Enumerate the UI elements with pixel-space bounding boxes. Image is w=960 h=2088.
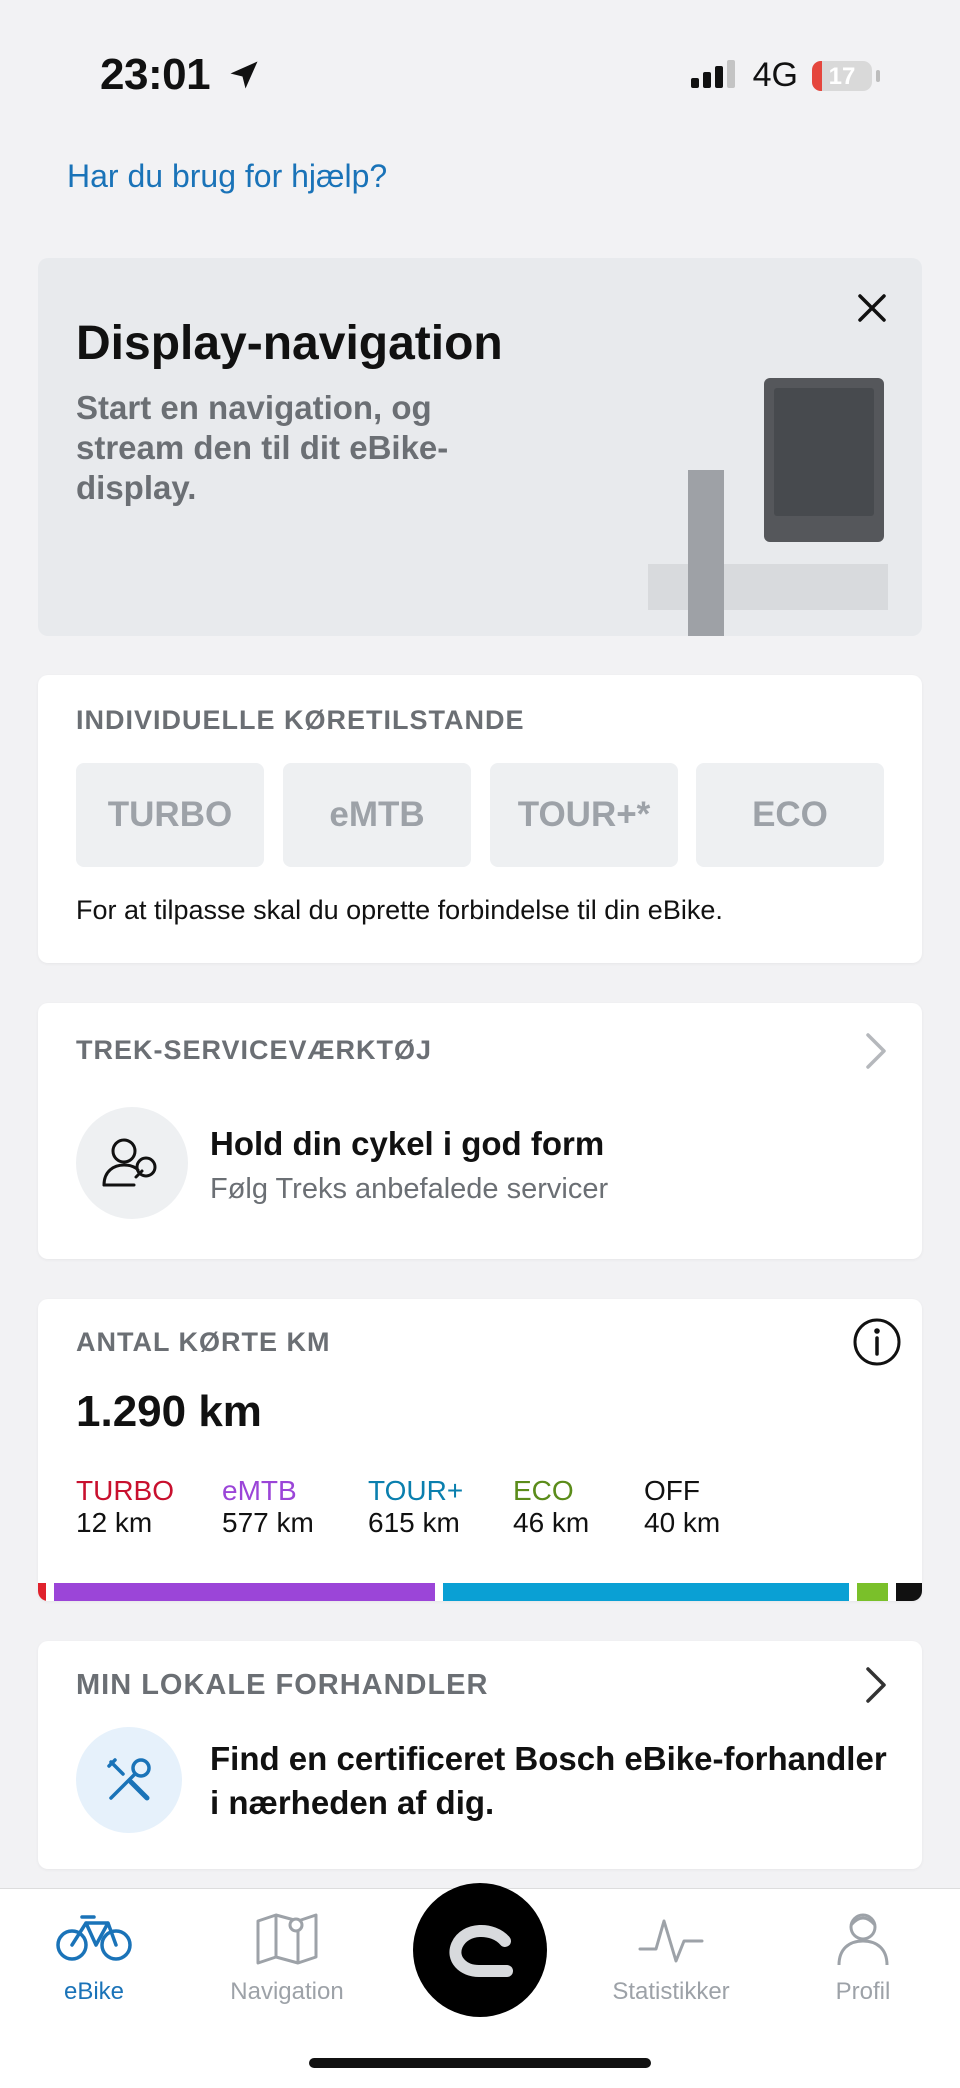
dealer-title: MIN LOKALE FORHANDLER [76,1669,489,1701]
dealer-text-line1: Find en certificeret Bosch eBike-forhand… [210,1740,887,1777]
dealer-avatar [76,1727,182,1833]
close-icon[interactable] [852,288,892,328]
tab-statistics[interactable]: Statistikker [601,1909,741,2006]
pulse-icon [638,1919,704,1963]
stat-name: TOUR+ [368,1475,464,1506]
stat-value: 615 km [368,1507,460,1538]
profile-icon [837,1913,889,1966]
ride-button[interactable] [413,1883,547,2017]
tab-label: Statistikker [612,1978,730,2005]
info-icon[interactable] [852,1317,902,1367]
stat-turbo: TURBO 12 km [76,1475,174,1539]
dealer-text-line2: i nærheden af dig. [210,1784,495,1821]
home-indicator [309,2058,651,2068]
chevron-right-icon[interactable] [862,1663,890,1707]
battery-cap [876,69,880,82]
status-indicators: 4G 17 [690,56,880,95]
stat-value: 12 km [76,1507,153,1538]
tab-navigation[interactable]: Navigation [217,1909,357,2006]
tab-label: eBike [63,1978,125,2005]
mode-button-turbo[interactable]: TURBO [76,763,264,867]
distance-segment-turbo [38,1583,46,1601]
trek-service-card[interactable]: TREK-SERVICEVÆRKTØJ Hold din cykel i god… [38,1003,922,1259]
stat-off: OFF 40 km [644,1475,720,1539]
riding-modes-card: INDIVIDUELLE KØRETILSTANDE TURBO eMTB TO… [38,675,922,963]
battery-indicator: 17 [812,60,872,91]
stat-value: 40 km [644,1507,721,1538]
mode-button-emtb[interactable]: eMTB [283,763,471,867]
distance-card: ANTAL KØRTE KM 1.290 km TURBO 12 km eMTB… [38,1299,922,1601]
service-avatar [76,1107,188,1219]
tab-label: Profil [835,1978,891,2005]
tools-icon [107,1758,151,1801]
local-dealer-card[interactable]: MIN LOKALE FORHANDLER Find en certificer… [38,1641,922,1869]
bike-icon [56,1915,132,1961]
stat-name: TURBO [76,1475,174,1506]
stat-name: OFF [644,1475,700,1506]
status-time: 23:01 [100,50,262,100]
mode-button-eco[interactable]: ECO [696,763,884,867]
mode-button-tour[interactable]: TOUR+* [490,763,678,867]
service-heading: Hold din cykel i god form [210,1125,605,1162]
display-navigation-banner[interactable]: Display-navigation Start en navigation, … [38,258,922,636]
dealer-text: Find en certificeret Bosch eBike-forhand… [210,1737,887,1825]
ride-logo-icon [449,1924,513,1977]
service-title: TREK-SERVICEVÆRKTØJ [76,1035,433,1065]
stat-name: ECO [513,1475,574,1506]
help-link[interactable]: Har du brug for hjælp? [67,158,387,195]
stat-name: eMTB [222,1475,297,1506]
service-subtext: Følg Treks anbefalede servicer [210,1173,609,1205]
distance-title: ANTAL KØRTE KM [76,1327,331,1357]
tab-ebike[interactable]: eBike [24,1909,164,2006]
distance-segment-off [895,1583,922,1601]
signal-icon [690,59,735,88]
distance-segment-tour [443,1583,850,1601]
stat-value: 46 km [513,1507,590,1538]
chevron-right-icon[interactable] [862,1029,890,1073]
distance-segment-eco [857,1583,888,1601]
person-wrench-icon [102,1138,157,1187]
banner-title: Display-navigation [76,317,503,370]
ebike-display-illustration [648,378,888,636]
stat-value: 577 km [222,1507,314,1538]
location-arrow-icon [230,61,258,89]
riding-modes-title: INDIVIDUELLE KØRETILSTANDE [76,705,525,735]
network-type: 4G [752,56,798,94]
tab-profile[interactable]: Profil [793,1909,933,2006]
stat-emtb: eMTB 577 km [222,1475,314,1539]
stat-eco: ECO 46 km [513,1475,589,1539]
map-icon [256,1913,318,1965]
distance-breakdown-bar [38,1583,922,1601]
distance-segment-emtb [53,1583,435,1601]
banner-text: Start en navigation, og stream den til d… [76,389,449,506]
total-distance: 1.290 km [76,1387,262,1436]
tab-label: Navigation [230,1978,344,2005]
connect-hint: For at tilpasse skal du oprette forbinde… [76,895,723,925]
stat-tour: TOUR+ 615 km [368,1475,463,1539]
